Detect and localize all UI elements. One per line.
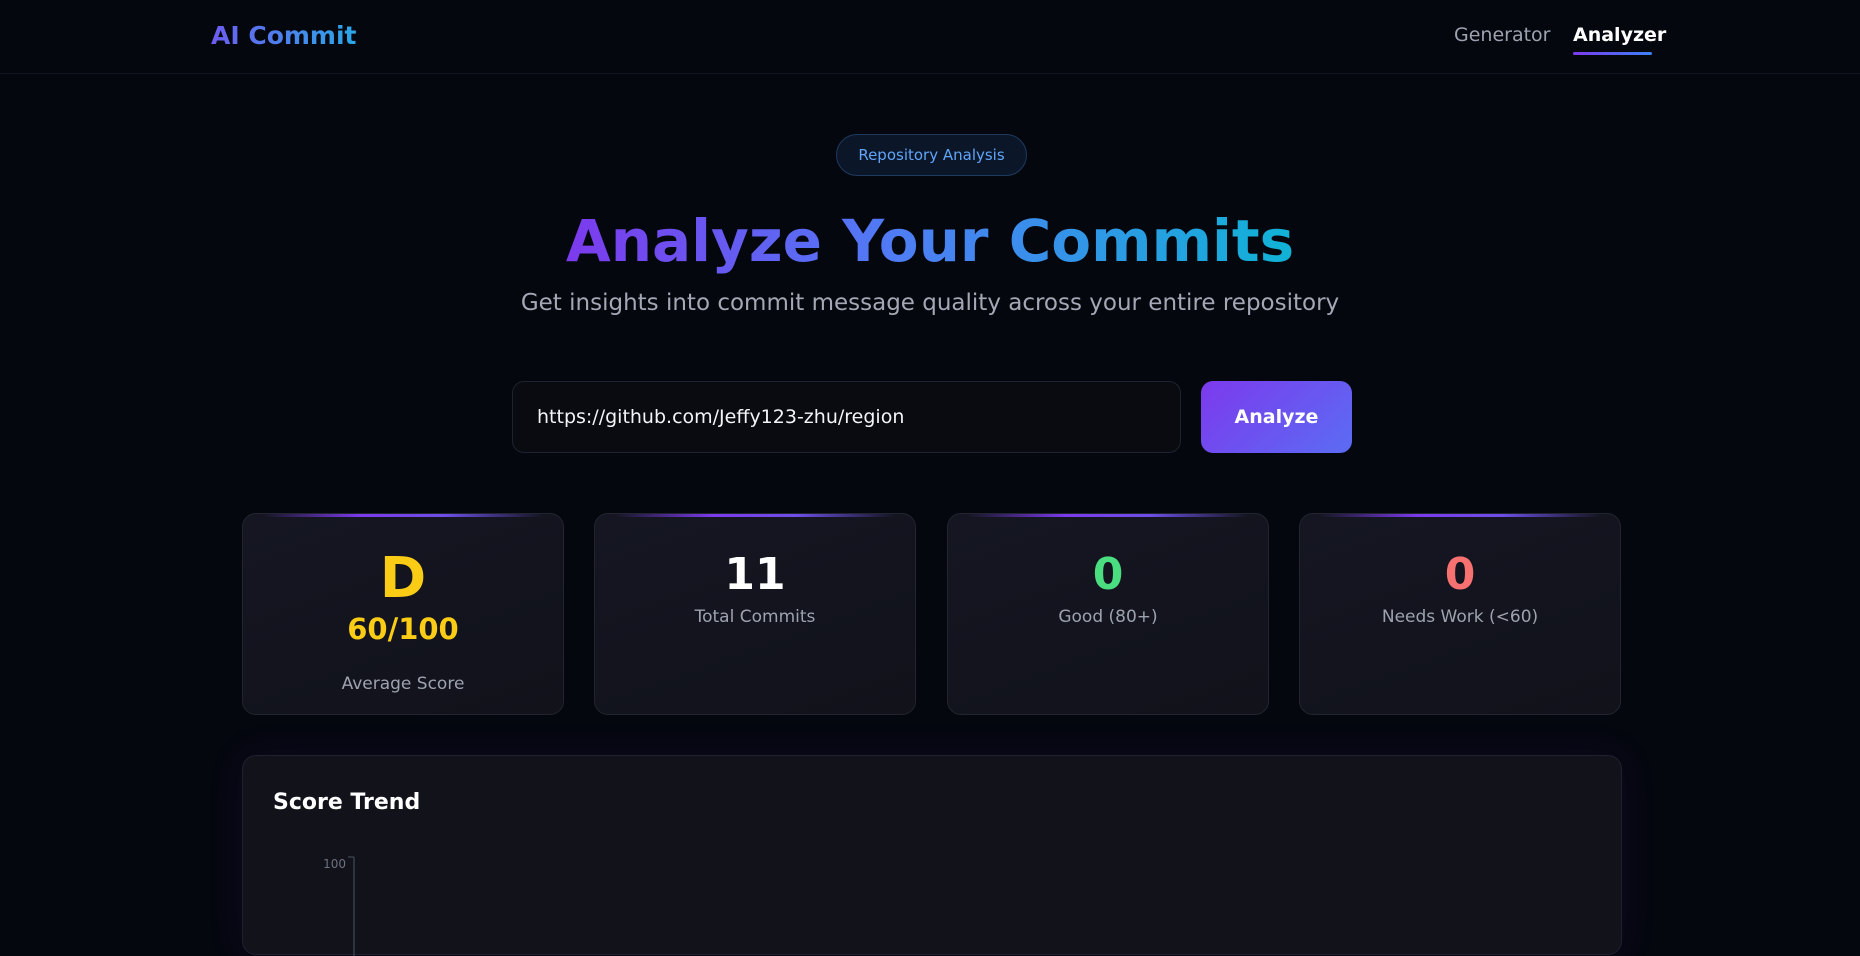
needs-work-label: Needs Work (<60) <box>1381 607 1539 627</box>
average-score-card: D 60/100 Average Score <box>242 513 564 715</box>
total-commits-card: 11 Total Commits <box>594 513 916 715</box>
nav-analyzer-link[interactable]: Analyzer <box>1573 24 1666 46</box>
good-commits-label: Good (80+) <box>1058 607 1158 627</box>
grade-letter: D <box>379 546 427 611</box>
average-score-label: Average Score <box>341 674 465 694</box>
good-commits-value: 0 <box>1092 549 1124 600</box>
score-trend-panel: Score Trend 100 <box>242 755 1622 956</box>
total-commits-label: Total Commits <box>694 607 816 627</box>
top-navbar: AI Commit Generator Analyzer <box>0 0 1860 74</box>
active-nav-indicator <box>1573 52 1652 55</box>
needs-work-value: 0 <box>1444 549 1476 600</box>
needs-work-card: 0 Needs Work (<60) <box>1299 513 1621 715</box>
good-commits-card: 0 Good (80+) <box>947 513 1269 715</box>
score-trend-chart: 100 <box>323 856 355 956</box>
average-score-value: 60/100 <box>347 612 459 646</box>
y-axis-tick-100: 100 <box>323 857 346 871</box>
section-badge: Repository Analysis <box>836 134 1027 176</box>
repo-url-input[interactable] <box>512 381 1181 453</box>
nav-generator-link[interactable]: Generator <box>1454 24 1550 46</box>
brand-logo[interactable]: AI Commit <box>211 21 357 50</box>
page-title-text: Analyze Your Commits <box>565 207 1295 275</box>
page-title: Analyze Your Commits <box>0 205 1860 277</box>
page-subtitle: Get insights into commit message quality… <box>520 290 1340 316</box>
total-commits-value: 11 <box>724 549 786 600</box>
analyze-button[interactable]: Analyze <box>1201 381 1352 453</box>
